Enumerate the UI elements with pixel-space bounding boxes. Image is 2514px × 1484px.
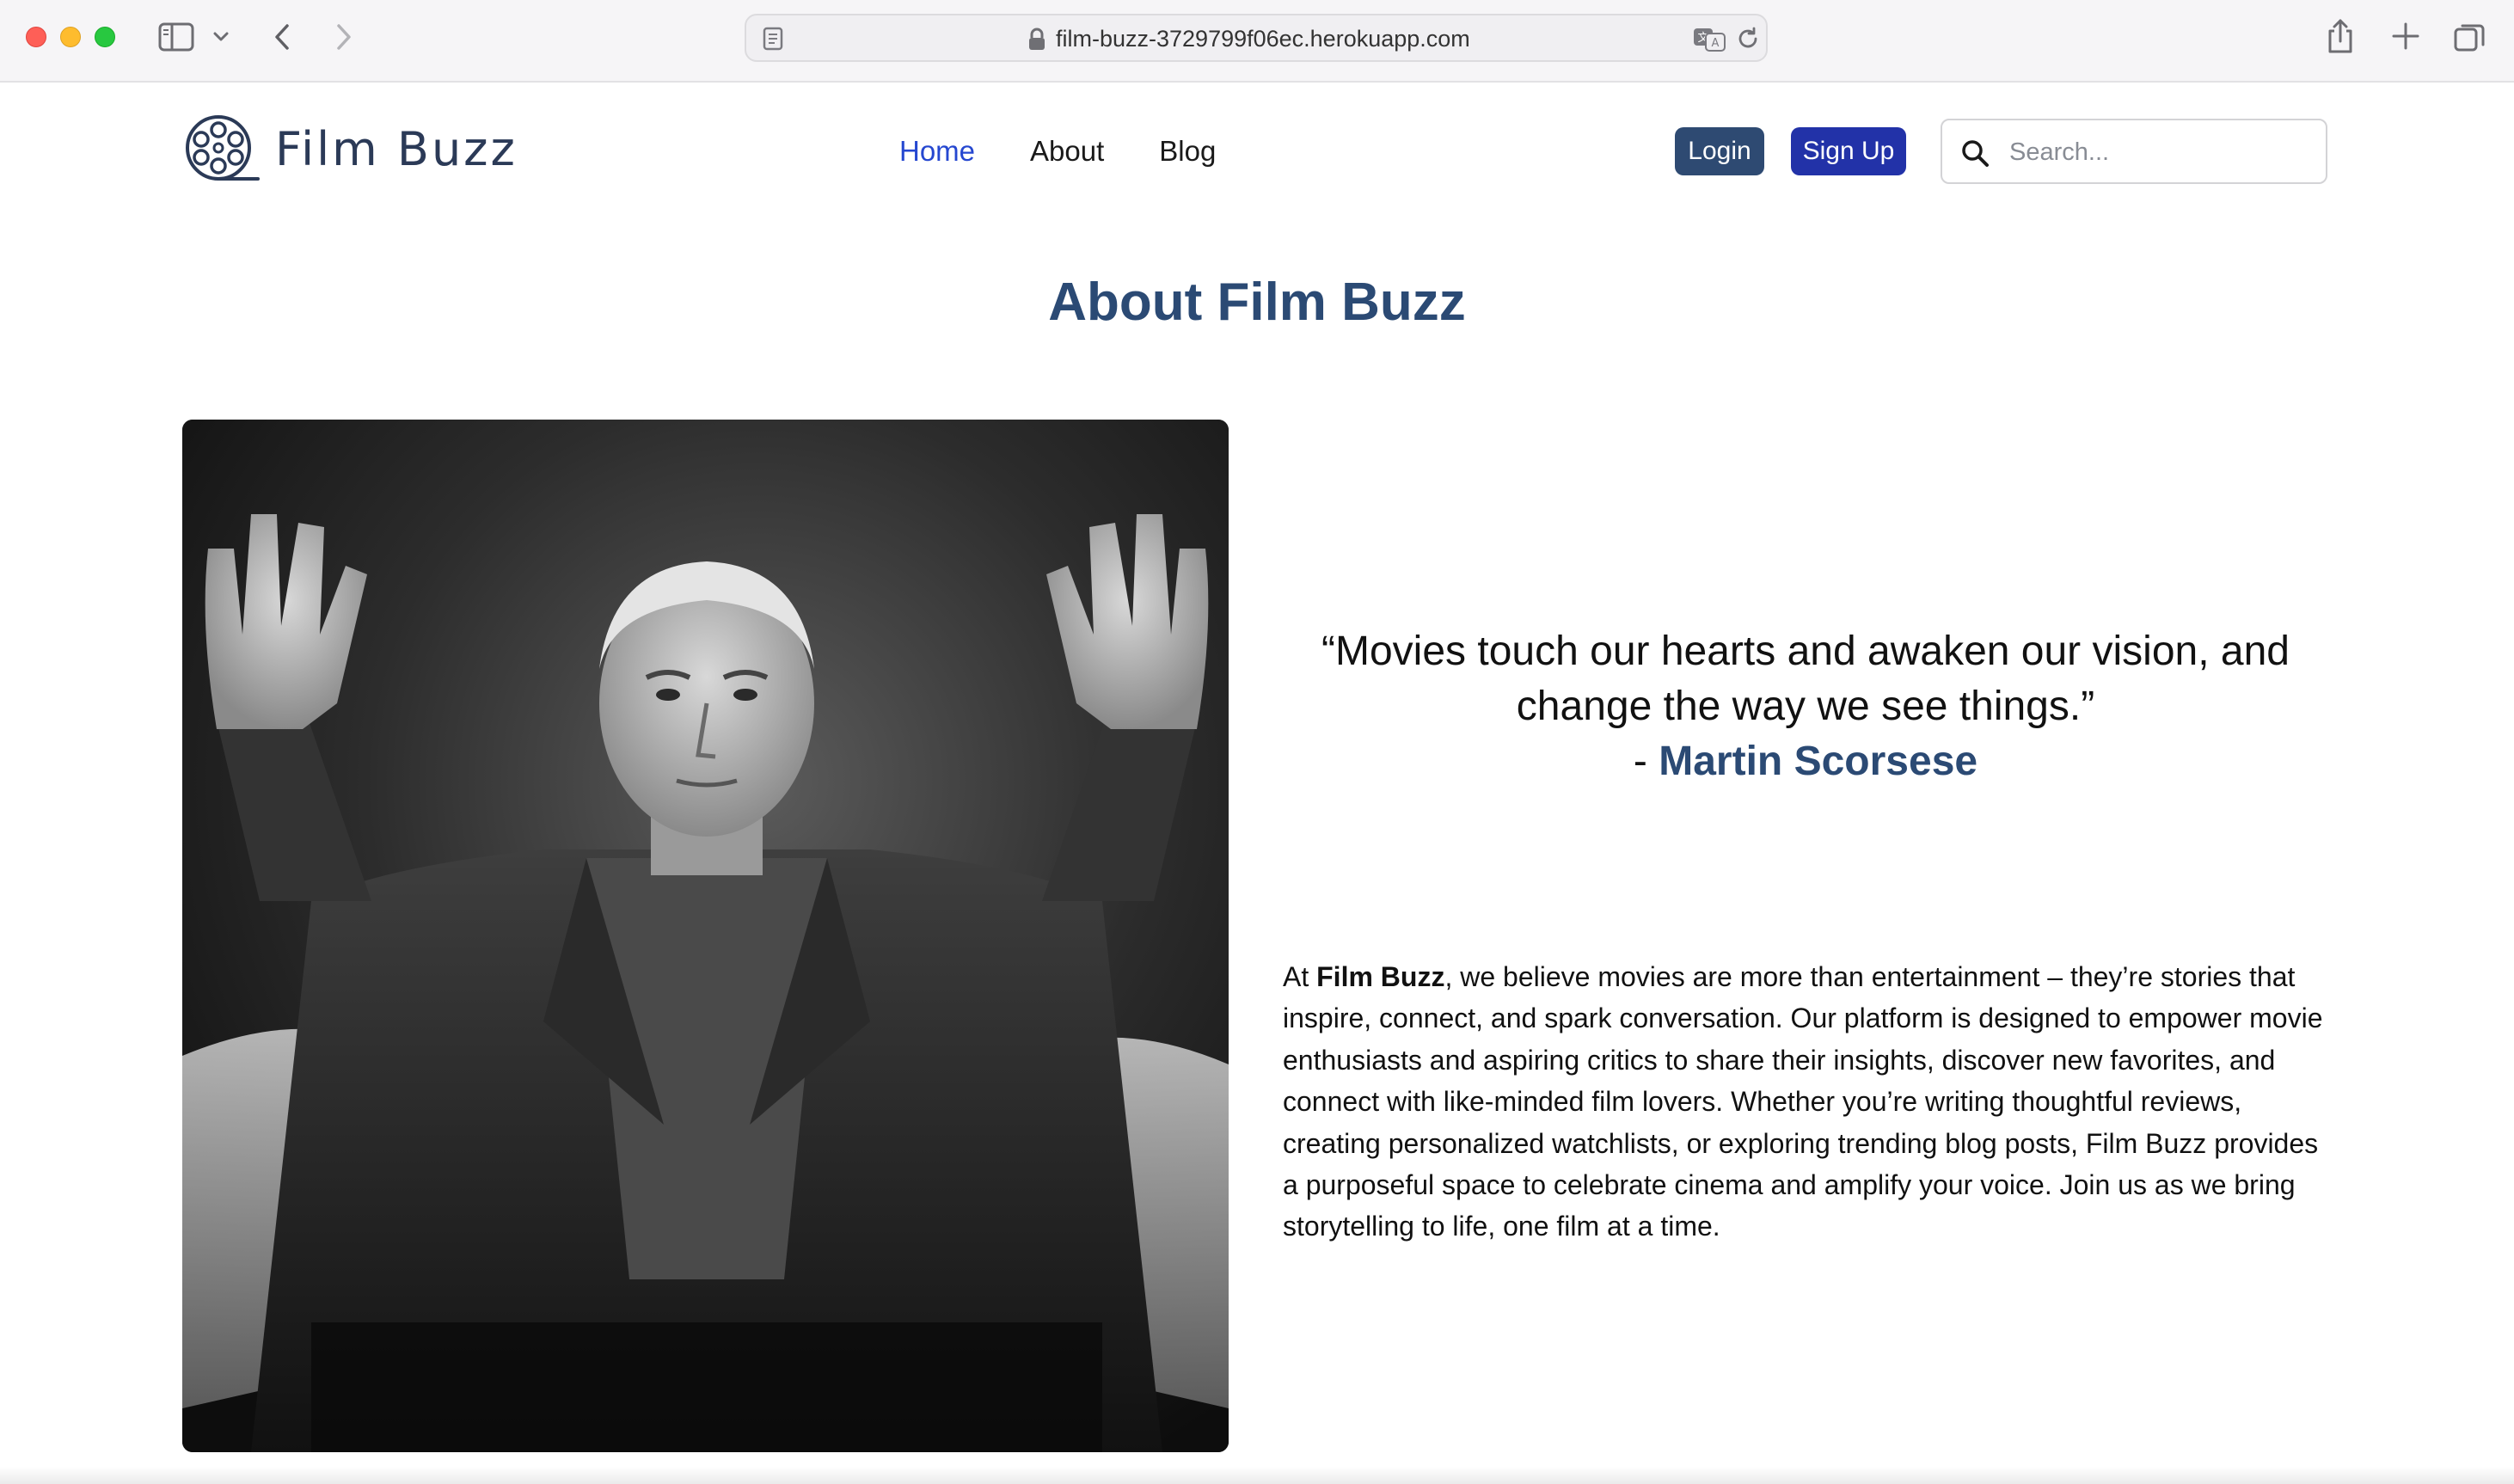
- tabs-icon[interactable]: [2452, 21, 2486, 55]
- quote-author-prefix: -: [1633, 739, 1659, 784]
- svg-text:A: A: [1712, 37, 1720, 50]
- login-button[interactable]: Login: [1675, 127, 1764, 175]
- about-intro: At: [1283, 961, 1317, 992]
- forward-icon[interactable]: [330, 22, 356, 52]
- nav-blog-link[interactable]: Blog: [1159, 134, 1216, 169]
- chevron-down-icon[interactable]: [212, 29, 230, 45]
- quote-author: Martin Scorsese: [1659, 739, 1978, 784]
- page-title: About Film Buzz: [1048, 273, 1466, 332]
- about-brand: Film Buzz: [1316, 961, 1445, 992]
- url-text[interactable]: film-buzz-3729799f06ec.herokuapp.com: [1056, 26, 1470, 52]
- signup-button[interactable]: Sign Up: [1791, 127, 1906, 175]
- sidebar-icon[interactable]: [158, 22, 194, 52]
- nav-home-link[interactable]: Home: [899, 134, 975, 169]
- portrait-photo: [182, 420, 1229, 1452]
- brand-logo-link[interactable]: Film Buzz: [184, 113, 518, 184]
- share-icon[interactable]: [2325, 17, 2356, 55]
- about-body: , we believe movies are more than entert…: [1283, 961, 2323, 1242]
- main-nav: Home About Blog: [899, 134, 1271, 169]
- back-icon[interactable]: [270, 22, 296, 52]
- translate-icon[interactable]: 文A: [1692, 26, 1726, 52]
- plus-icon[interactable]: [2390, 21, 2421, 52]
- quote-text: “Movies touch our hearts and awaken our …: [1321, 629, 2290, 729]
- film-reel-icon: [186, 115, 260, 181]
- page-bottom-edge: [0, 1467, 2514, 1484]
- nav-about-link[interactable]: About: [1030, 134, 1104, 169]
- page-icon: [762, 27, 784, 51]
- search-box: [1941, 119, 2327, 184]
- minimize-window-button[interactable]: [60, 27, 81, 47]
- featured-quote: “Movies touch our hearts and awaken our …: [1272, 624, 2339, 789]
- zoom-window-button[interactable]: [95, 27, 115, 47]
- browser-toolbar: film-buzz-3729799f06ec.herokuapp.com 文A: [0, 0, 2514, 83]
- site-header: Film Buzz Home About Blog Login Sign Up: [0, 83, 2514, 220]
- portrait-illustration: [182, 420, 1229, 1452]
- quote-attribution: - Martin Scorsese: [1272, 734, 2339, 789]
- search-icon[interactable]: [1959, 138, 1990, 169]
- search-input[interactable]: [2009, 132, 2310, 172]
- reload-icon[interactable]: [1735, 26, 1761, 52]
- address-bar[interactable]: film-buzz-3729799f06ec.herokuapp.com 文A: [745, 14, 1768, 62]
- lock-icon: [1027, 28, 1047, 52]
- brand-name: Film Buzz: [275, 121, 518, 176]
- close-window-button[interactable]: [26, 27, 46, 47]
- about-paragraph: At Film Buzz, we believe movies are more…: [1283, 956, 2340, 1248]
